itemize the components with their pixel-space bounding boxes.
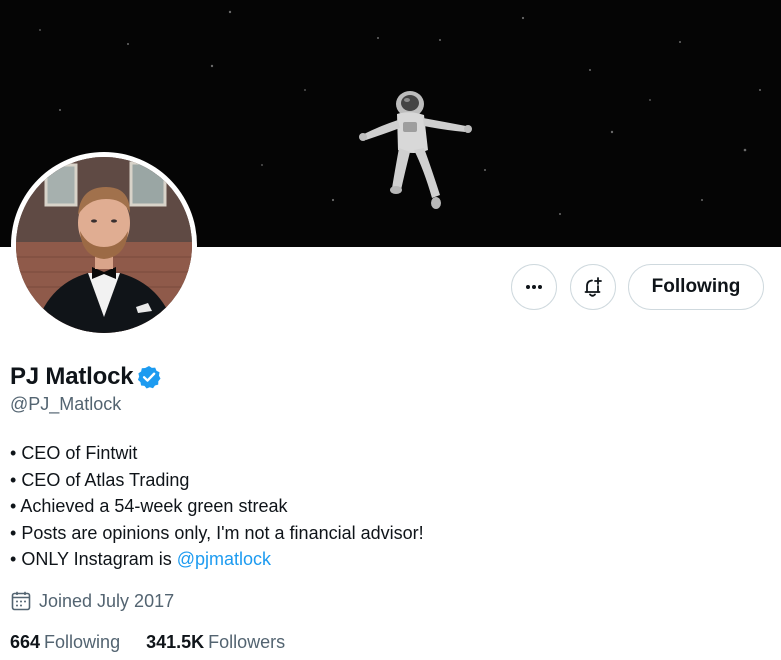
instagram-mention-link[interactable]: @pjmatlock (177, 549, 271, 569)
profile-bio: • CEO of Fintwit • CEO of Atlas Trading … (10, 440, 424, 573)
name-row: PJ Matlock (10, 362, 162, 392)
joined-date: Joined July 2017 (10, 590, 174, 612)
avatar-photo (16, 157, 192, 333)
verified-badge-icon[interactable] (136, 364, 162, 390)
bio-line: • ONLY Instagram is @pjmatlock (10, 549, 272, 569)
following-count-link[interactable]: 664 Following (10, 632, 120, 653)
calendar-icon (11, 591, 31, 611)
notifications-button[interactable] (570, 264, 616, 310)
followers-count-link[interactable]: 341.5K Followers (146, 632, 285, 653)
bio-line: • Achieved a 54-week green streak (10, 496, 288, 516)
bio-line: • CEO of Atlas Trading (10, 469, 190, 490)
following-button[interactable]: Following (628, 264, 764, 310)
more-horizontal-icon (526, 285, 542, 289)
profile-page: Following PJ Matlock @PJ_Matlock • CEO o… (0, 0, 781, 660)
display-name: PJ Matlock (10, 363, 134, 390)
joined-text: Joined July 2017 (39, 590, 175, 611)
bell-plus-icon (584, 277, 602, 297)
bio-line: • CEO of Fintwit (10, 443, 138, 463)
bio-line: • Posts are opinions only, I'm not a fin… (10, 522, 424, 543)
more-options-button[interactable] (511, 264, 557, 310)
follow-stats: 664 Following 341.5K Followers (10, 632, 311, 653)
avatar[interactable] (11, 152, 197, 338)
profile-handle: @PJ_Matlock (10, 394, 122, 414)
